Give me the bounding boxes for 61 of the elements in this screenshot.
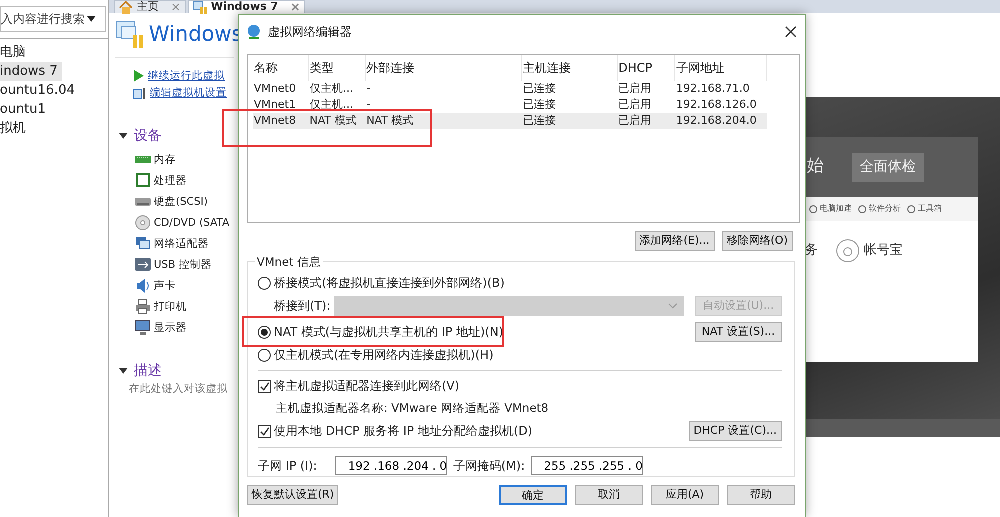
radio-label[interactable]: NAT 模式(与虚拟机共享主机的 IP 地址)(N) bbox=[274, 323, 504, 341]
task-label: 务 bbox=[805, 242, 818, 260]
network-row[interactable]: VMnet1 仅主机… - 已连接 已启用 192.168.126.0 bbox=[253, 97, 767, 113]
dialog-button[interactable]: 取消 bbox=[575, 485, 643, 505]
app-heading: 始 bbox=[807, 155, 824, 178]
description-field[interactable]: 在此处键入对该虚拟 bbox=[129, 382, 234, 398]
field-label: 子网 IP (I): bbox=[258, 458, 318, 475]
tab[interactable]: 主页 × bbox=[114, 0, 186, 13]
radio-label[interactable]: 仅主机模式(在专用网络内连接虚拟机)(H) bbox=[274, 346, 494, 364]
device-item[interactable]: 处理器 bbox=[135, 170, 234, 192]
ip-address-field[interactable]: 192 .168 .204 . 0 bbox=[335, 456, 448, 476]
field-label: 桥接到(T): bbox=[274, 298, 331, 315]
action-link[interactable]: 编辑虚拟机设置 bbox=[133, 84, 234, 102]
dhcp-settings-button[interactable]: DHCP 设置(C)... bbox=[688, 421, 782, 442]
column-header[interactable]: 外部连接 bbox=[366, 55, 522, 81]
account-label: 帐号宝 bbox=[864, 242, 903, 260]
checkbox-label[interactable]: 使用本地 DHCP 服务将 IP 地址分配给虚拟机(D) bbox=[274, 422, 533, 440]
section-heading: 描述 bbox=[134, 362, 162, 380]
dialog-button[interactable]: 恢复默认设置(R) bbox=[247, 485, 338, 505]
close-icon[interactable]: × bbox=[290, 1, 300, 13]
tree-item[interactable]: 电脑 bbox=[0, 43, 30, 62]
device-item[interactable]: 硬盘(SCSI) bbox=[135, 192, 234, 212]
tree-item[interactable]: ountu16.04 bbox=[0, 81, 79, 100]
column-header[interactable]: 主机连接 bbox=[522, 55, 618, 81]
tab[interactable]: Windows 7 × bbox=[188, 0, 306, 13]
network-row[interactable]: VMnet8 NAT 模式 NAT 模式 已连接 已启用 192.168.204.0 bbox=[253, 113, 767, 129]
device-item[interactable]: 显示器 bbox=[135, 318, 234, 338]
column-header[interactable]: 类型 bbox=[308, 55, 366, 81]
tree-item[interactable]: ountu1 bbox=[0, 100, 50, 119]
device-item[interactable]: USB 控制器 bbox=[135, 254, 234, 276]
tool-link[interactable]: 软件分析 bbox=[858, 203, 901, 215]
checkbox-label[interactable]: 将主机虚拟适配器连接到此网络(V) bbox=[274, 377, 460, 395]
nat-settings-button[interactable]: NAT 设置(S)... bbox=[695, 322, 782, 342]
tree-item[interactable]: indows 7 bbox=[0, 62, 62, 81]
device-item[interactable]: 声卡 bbox=[135, 276, 234, 296]
adapter-name-text: 主机虚拟适配器名称: VMware 网络适配器 VMnet8 bbox=[275, 400, 550, 417]
column-header[interactable]: 子网地址 bbox=[675, 55, 767, 81]
add-network-button[interactable]: 添加网络(E)... bbox=[634, 231, 715, 251]
column-header[interactable]: DHCP bbox=[618, 55, 676, 81]
vm-title: Windows bbox=[149, 21, 243, 48]
search-field[interactable]: 入内容进行搜索 bbox=[0, 6, 106, 32]
device-item[interactable]: 网络适配器 bbox=[135, 234, 234, 254]
scan-button[interactable]: 全面体检 bbox=[852, 152, 924, 182]
tree-item[interactable]: 拟机 bbox=[0, 119, 30, 138]
radio-label[interactable]: 桥接模式(将虚拟机直接连接到外部网络)(B) bbox=[274, 274, 505, 292]
device-item[interactable]: 打印机 bbox=[135, 296, 234, 318]
section-heading: 设备 bbox=[134, 126, 162, 146]
network-row[interactable]: VMnet0 仅主机… - 已连接 已启用 192.168.71.0 bbox=[253, 81, 767, 97]
device-item[interactable]: 内存 bbox=[135, 150, 234, 170]
tool-link[interactable]: 电脑加速 bbox=[809, 203, 852, 215]
device-item[interactable]: CD/DVD (SATA bbox=[135, 212, 234, 234]
subnet-mask-field[interactable]: 255 .255 .255 . 0 bbox=[531, 456, 644, 476]
column-header[interactable]: 名称 bbox=[253, 55, 309, 81]
dialog-button[interactable]: 确定 bbox=[499, 485, 567, 505]
action-link[interactable]: 继续运行此虚拟 bbox=[133, 68, 234, 84]
field-label: 子网掩码(M): bbox=[453, 458, 526, 475]
dialog-title: 虚拟网络编辑器 bbox=[268, 24, 352, 40]
tool-link[interactable]: 工具箱 bbox=[907, 203, 942, 215]
dialog-button[interactable]: 帮助 bbox=[727, 485, 795, 505]
remove-network-button[interactable]: 移除网络(O) bbox=[722, 231, 793, 251]
dialog-button[interactable]: 应用(A) bbox=[651, 485, 719, 505]
